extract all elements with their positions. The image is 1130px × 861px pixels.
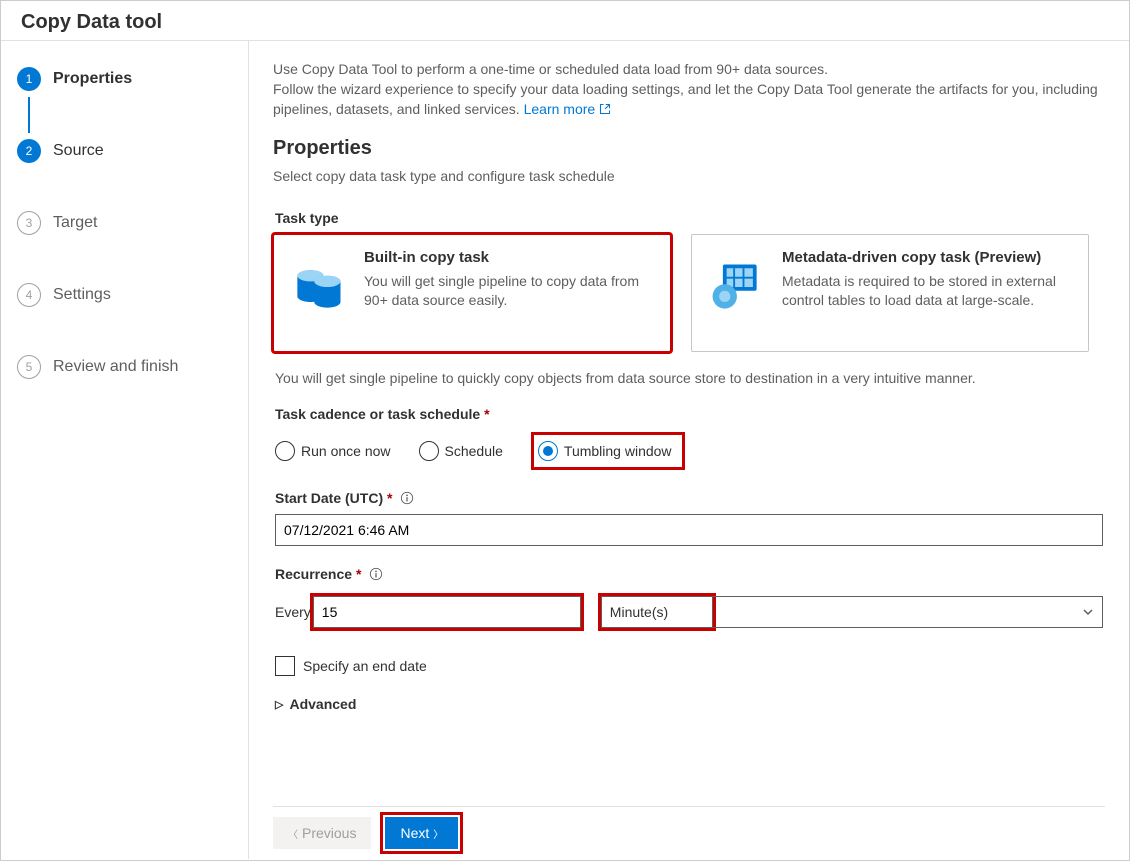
wizard-sidebar: 1 Properties 2 Source 3 Target 4 Setting… [1,41,249,859]
radio-label: Run once now [301,443,391,459]
properties-subtext: Select copy data task type and configure… [273,168,1105,184]
card-desc: Metadata is required to be stored in ext… [782,272,1070,310]
button-label: Previous [302,825,356,841]
cadence-label: Task cadence or task schedule * [275,406,1105,422]
recurrence-unit-select[interactable]: Minute(s) [601,596,713,628]
button-label: Next [400,825,429,841]
step-label: Target [53,214,97,232]
checkbox-icon[interactable] [275,656,295,676]
step-number-icon: 4 [17,283,41,307]
next-button[interactable]: Next 〉 [385,817,458,849]
recurrence-label: Recurrence * [275,566,1105,582]
step-source[interactable]: 2 Source [17,133,238,169]
step-number-icon: 3 [17,211,41,235]
step-label: Settings [53,286,111,304]
checkbox-label: Specify an end date [303,658,427,674]
card-desc: You will get single pipeline to copy dat… [364,272,652,310]
every-label: Every [275,604,311,620]
database-icon [288,257,348,317]
card-metadata-copy[interactable]: Metadata-driven copy task (Preview) Meta… [691,234,1089,352]
step-connector [28,313,238,349]
step-connector [28,241,238,277]
recurrence-value-input[interactable] [313,596,581,628]
end-date-checkbox-row[interactable]: Specify an end date [275,656,1103,676]
radio-icon [538,441,558,461]
step-label: Review and finish [53,358,178,376]
radio-label: Schedule [445,443,503,459]
triangle-right-icon: ▷ [275,698,283,711]
radio-run-once[interactable]: Run once now [275,439,395,463]
chevron-right-icon: 〉 [433,826,443,841]
info-icon[interactable] [400,491,414,505]
properties-heading: Properties [273,137,1105,160]
step-label: Properties [53,70,132,88]
card-builtin-copy[interactable]: Built-in copy task You will get single p… [273,234,671,352]
wizard-footer: 〈 Previous Next 〉 [273,806,1105,849]
info-icon[interactable] [369,567,383,581]
step-number-icon: 5 [17,355,41,379]
task-type-description: You will get single pipeline to quickly … [275,370,1105,386]
chevron-down-icon [1082,606,1094,618]
intro-line2: Follow the wizard experience to specify … [273,81,1098,117]
step-number-icon: 2 [17,139,41,163]
previous-button: 〈 Previous [273,817,371,849]
start-date-label: Start Date (UTC) * [275,490,1105,506]
step-properties[interactable]: 1 Properties [17,61,238,97]
card-title: Metadata-driven copy task (Preview) [782,249,1070,266]
external-link-icon [599,103,611,115]
step-connector [28,97,238,133]
step-connector [28,169,238,205]
page-title: Copy Data tool [1,1,1129,41]
main-panel: Use Copy Data Tool to perform a one-time… [249,41,1129,859]
recurrence-unit-select-rest[interactable] [713,596,1103,628]
select-value: Minute(s) [610,604,668,620]
intro-line1: Use Copy Data Tool to perform a one-time… [273,61,828,77]
card-title: Built-in copy task [364,249,652,266]
step-review[interactable]: 5 Review and finish [17,349,238,385]
radio-label: Tumbling window [564,443,672,459]
radio-tumbling-window[interactable]: Tumbling window [531,432,685,470]
learn-more-link[interactable]: Learn more [524,101,611,117]
intro-text: Use Copy Data Tool to perform a one-time… [273,59,1105,119]
advanced-toggle[interactable]: ▷ Advanced [275,696,1103,712]
step-label: Source [53,142,104,160]
step-target[interactable]: 3 Target [17,205,238,241]
radio-schedule[interactable]: Schedule [419,439,507,463]
start-date-input[interactable] [275,514,1103,546]
step-number-icon: 1 [17,67,41,91]
cadence-radio-group: Run once now Schedule Tumbling window [275,432,1105,470]
task-type-cards: Built-in copy task You will get single p… [273,234,1105,352]
task-type-label: Task type [275,210,1105,226]
step-settings[interactable]: 4 Settings [17,277,238,313]
page-title-text: Copy Data tool [21,11,162,33]
radio-icon [419,441,439,461]
advanced-label: Advanced [289,696,356,712]
chevron-left-icon: 〈 [288,826,298,841]
metadata-icon [706,257,766,317]
radio-icon [275,441,295,461]
